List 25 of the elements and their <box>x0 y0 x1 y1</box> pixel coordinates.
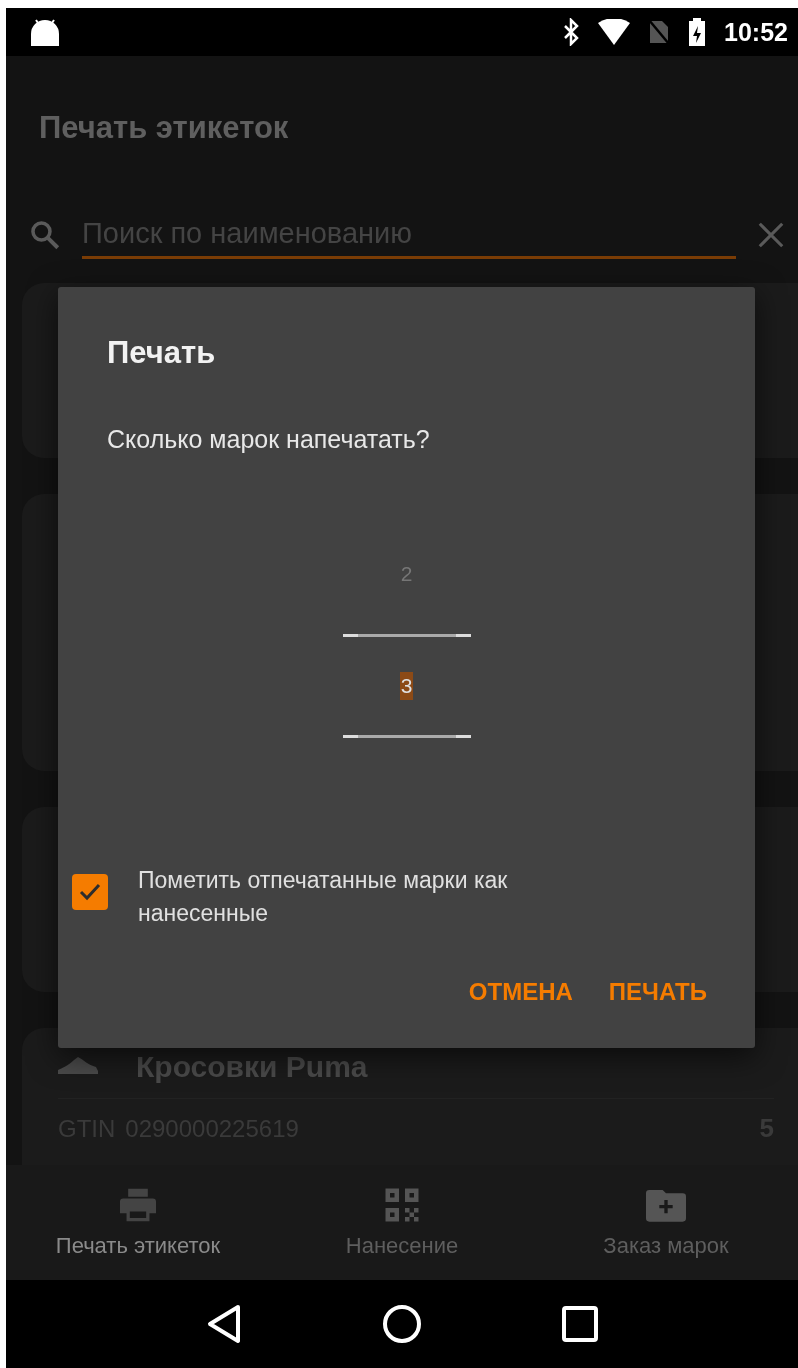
close-icon[interactable] <box>756 220 786 250</box>
no-sim-icon <box>648 19 671 45</box>
clock-time: 10:52 <box>724 17 788 47</box>
checkbox[interactable] <box>72 874 108 910</box>
checkbox-label: Пометить отпечатанные марки как нанесенные <box>138 866 509 928</box>
home-button[interactable] <box>382 1304 422 1344</box>
printer-icon <box>118 1186 158 1223</box>
nav-tab[interactable]: Нанесение <box>270 1165 534 1280</box>
recents-button[interactable] <box>562 1306 598 1342</box>
back-button[interactable] <box>206 1304 242 1344</box>
bluetooth-icon <box>562 18 581 46</box>
android-icon <box>30 18 60 46</box>
dialog-title: Печать <box>107 335 217 371</box>
screen-title: Печать этикеток <box>39 110 289 146</box>
nav-tab[interactable]: Печать этикеток <box>6 1165 270 1280</box>
battery-charging-icon <box>688 18 707 46</box>
dialog-button[interactable]: ОТМЕНА <box>460 970 581 1014</box>
picker-value[interactable]: 3 <box>399 672 414 700</box>
checkmark-icon <box>78 882 102 902</box>
wifi-icon <box>598 19 631 45</box>
search-icon <box>28 218 62 252</box>
dialog-message: Сколько марок напечатать? <box>107 425 431 454</box>
qr-code-icon <box>384 1186 420 1223</box>
nav-tab[interactable]: Заказ марок <box>534 1165 798 1280</box>
dialog-button[interactable]: ПЕЧАТЬ <box>600 970 715 1014</box>
